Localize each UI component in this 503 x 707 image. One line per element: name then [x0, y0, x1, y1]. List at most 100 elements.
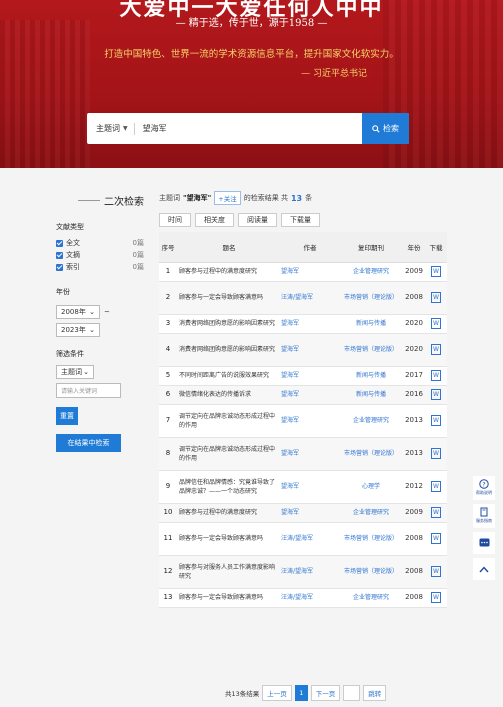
table-row[interactable]: 3 消费者网络团购意愿的影响因素研究 望海军 新闻与传播 2020 W — [159, 314, 447, 334]
page-jump-input[interactable] — [343, 685, 361, 701]
row-title-link[interactable]: 顾客参与一定会导致顾客满意吗 — [177, 522, 281, 556]
chat-button[interactable] — [473, 532, 495, 554]
help-icon: ? — [479, 479, 489, 489]
results-summary-prefix: 的检索结果 共 — [243, 194, 288, 202]
row-author-link[interactable]: 望海军 — [281, 404, 339, 438]
row-author-link[interactable]: 望海军 — [281, 385, 339, 405]
search-button[interactable]: 检索 — [362, 113, 409, 144]
search-field-select[interactable]: 主题词 ▼ — [87, 123, 128, 134]
sort-by-views[interactable]: 阅读量 — [238, 213, 277, 227]
row-journal-link[interactable]: 市场营销（理论版） — [339, 281, 403, 315]
search-input[interactable] — [142, 118, 362, 139]
row-journal-link[interactable]: 企业管理研究 — [339, 503, 403, 523]
doc-type-fulltext[interactable]: 全文 0篇 — [56, 237, 144, 249]
table-row[interactable]: 7 调节定向在品牌忠诚动态形成过程中的作用 望海军 企业管理研究 2013 W — [159, 404, 447, 438]
current-page[interactable]: 1 — [294, 685, 308, 701]
word-download-icon[interactable]: W — [431, 389, 441, 400]
doc-type-abstract[interactable]: 文摘 0篇 — [56, 249, 144, 261]
row-title-link[interactable]: 消费者网络团购意愿的影响因素研究 — [177, 314, 281, 334]
row-author-link[interactable]: 汪涛/望海军 — [281, 588, 339, 608]
word-download-icon[interactable]: W — [431, 318, 441, 329]
word-download-icon[interactable]: W — [431, 344, 441, 355]
table-row[interactable]: 12 顾客参与对服务人员工作满意度影响研究 汪涛/望海军 市场营销（理论版） 2008 W — [159, 555, 447, 589]
search-in-results-button[interactable]: 在结果中检索 — [56, 434, 121, 452]
row-journal-link[interactable]: 新闻与传播 — [339, 366, 403, 386]
checkbox-checked-icon[interactable] — [56, 263, 63, 271]
doc-type-index[interactable]: 索引 0篇 — [56, 261, 144, 273]
word-download-icon[interactable]: W — [431, 370, 441, 381]
row-author-link[interactable]: 望海军 — [281, 437, 339, 471]
checkbox-checked-icon[interactable] — [56, 251, 63, 259]
table-row[interactable]: 13 顾客参与一定会导致顾客满意吗 汪涛/望海军 企业管理研究 2008 W — [159, 588, 447, 608]
row-journal-link[interactable]: 市场营销（理论版） — [339, 333, 403, 367]
table-row[interactable]: 6 微信情绪化表达的传播诉求 望海军 新闻与传播 2016 W — [159, 385, 447, 405]
table-row[interactable]: 10 顾客参与过程中的满意度研究 望海军 企业管理研究 2009 W — [159, 503, 447, 523]
back-to-top-button[interactable] — [473, 558, 495, 580]
row-title-link[interactable]: 顾客参与对服务人员工作满意度影响研究 — [177, 555, 281, 589]
row-journal-link[interactable]: 企业管理研究 — [339, 262, 403, 282]
search-field-label: 主题词 — [96, 124, 120, 133]
word-download-icon[interactable]: W — [431, 481, 441, 492]
filter-keyword-input[interactable]: 请输入关键词 — [56, 383, 121, 398]
row-author-link[interactable]: 望海军 — [281, 314, 339, 334]
sort-by-time[interactable]: 时间 — [159, 213, 191, 227]
word-download-icon[interactable]: W — [431, 533, 441, 544]
row-author-link[interactable]: 汪涛/望海军 — [281, 555, 339, 589]
row-author-link[interactable]: 望海军 — [281, 503, 339, 523]
row-number: 13 — [159, 588, 177, 608]
row-author-link[interactable]: 汪涛/望海军 — [281, 522, 339, 556]
jump-button[interactable]: 跳转 — [363, 685, 387, 701]
row-title-link[interactable]: 调节定向在品牌忠诚动态形成过程中的作用 — [177, 437, 281, 471]
row-title-link[interactable]: 品牌信任和品牌情感：究竟谁导致了品牌忠诚？——一个动态研究 — [177, 470, 281, 504]
table-row[interactable]: 11 顾客参与一定会导致顾客满意吗 汪涛/望海军 市场营销（理论版） 2008 W — [159, 522, 447, 556]
table-row[interactable]: 1 顾客参与过程中的满意度研究 望海军 企业管理研究 2009 W — [159, 262, 447, 282]
row-title-link[interactable]: 不同时间距离广告的说服效果研究 — [177, 366, 281, 386]
row-title-link[interactable]: 顾客参与一定会导致顾客满意吗 — [177, 281, 281, 315]
table-row[interactable]: 8 调节定向在品牌忠诚动态形成过程中的作用 望海军 市场营销（理论版） 2013 W — [159, 437, 447, 471]
table-row[interactable]: 4 消费者网络团购意愿的影响因素研究 望海军 市场营销（理论版） 2020 W — [159, 333, 447, 367]
word-download-icon[interactable]: W — [431, 507, 441, 518]
table-row[interactable]: 2 顾客参与一定会导致顾客满意吗 汪涛/望海军 市场营销（理论版） 2008 W — [159, 281, 447, 315]
row-year: 2013 — [403, 404, 425, 438]
word-download-icon[interactable]: W — [431, 566, 441, 577]
row-journal-link[interactable]: 市场营销（理论版） — [339, 522, 403, 556]
follow-button[interactable]: +关注 — [214, 191, 241, 205]
table-row[interactable]: 5 不同时间距离广告的说服效果研究 望海军 新闻与传播 2017 W — [159, 366, 447, 386]
prev-page-button[interactable]: 上一页 — [262, 685, 292, 701]
word-download-icon[interactable]: W — [431, 266, 441, 277]
row-journal-link[interactable]: 新闻与传播 — [339, 385, 403, 405]
row-author-link[interactable]: 望海军 — [281, 262, 339, 282]
word-download-icon[interactable]: W — [431, 448, 441, 459]
year-to-select[interactable]: 2023年 ⌄ — [56, 323, 100, 337]
row-journal-link[interactable]: 市场营销（理论版） — [339, 555, 403, 589]
filter-field-select[interactable]: 主题词 ⌄ — [56, 365, 94, 379]
row-journal-link[interactable]: 新闻与传播 — [339, 314, 403, 334]
year-from-select[interactable]: 2008年 ⌄ — [56, 305, 100, 319]
checkbox-checked-icon[interactable] — [56, 239, 63, 247]
row-title-link[interactable]: 消费者网络团购意愿的影响因素研究 — [177, 333, 281, 367]
sort-by-downloads[interactable]: 下载量 — [281, 213, 320, 227]
row-author-link[interactable]: 汪涛/望海军 — [281, 281, 339, 315]
help-button[interactable]: ? 帮助说明 — [473, 476, 495, 500]
row-journal-link[interactable]: 企业管理研究 — [339, 588, 403, 608]
row-title-link[interactable]: 顾客参与过程中的满意度研究 — [177, 262, 281, 282]
word-download-icon[interactable]: W — [431, 415, 441, 426]
row-journal-link[interactable]: 企业管理研究 — [339, 404, 403, 438]
row-author-link[interactable]: 望海军 — [281, 366, 339, 386]
manual-button[interactable]: 服务指南 — [473, 504, 495, 528]
table-row[interactable]: 9 品牌信任和品牌情感：究竟谁导致了品牌忠诚？——一个动态研究 望海军 心理学 2012… — [159, 470, 447, 504]
row-title-link[interactable]: 顾客参与一定会导致顾客满意吗 — [177, 588, 281, 608]
next-page-button[interactable]: 下一页 — [310, 685, 341, 701]
row-journal-link[interactable]: 市场营销（理论版） — [339, 437, 403, 471]
word-download-icon[interactable]: W — [431, 292, 441, 303]
row-journal-link[interactable]: 心理学 — [339, 470, 403, 504]
row-author-link[interactable]: 望海军 — [281, 333, 339, 367]
row-title-link[interactable]: 微信情绪化表达的传播诉求 — [177, 385, 281, 405]
word-download-icon[interactable]: W — [431, 592, 441, 603]
results-count: 13 — [290, 193, 303, 203]
sort-by-relevance[interactable]: 相关度 — [195, 213, 234, 227]
row-title-link[interactable]: 顾客参与过程中的满意度研究 — [177, 503, 281, 523]
row-author-link[interactable]: 望海军 — [281, 470, 339, 504]
row-title-link[interactable]: 调节定向在品牌忠诚动态形成过程中的作用 — [177, 404, 281, 438]
reset-button[interactable]: 重置 — [56, 407, 78, 425]
